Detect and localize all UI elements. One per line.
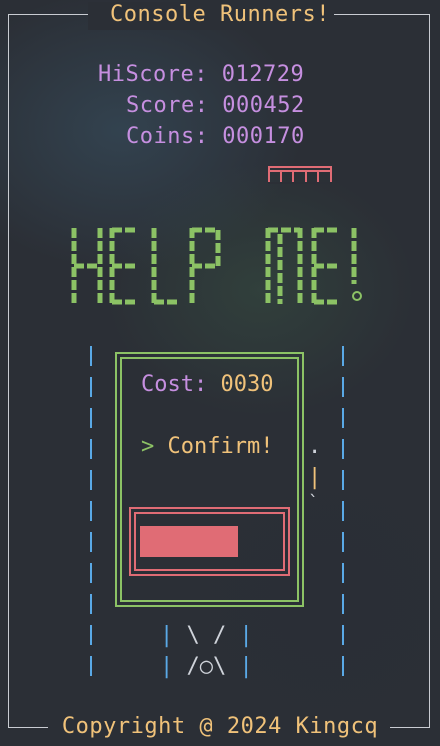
confirm-label: Confirm! bbox=[167, 434, 274, 459]
score-label: Score: bbox=[126, 93, 209, 118]
progress-fill bbox=[140, 526, 238, 557]
coins-value: 000170 bbox=[222, 124, 305, 149]
pipe-sprite: | bbox=[308, 465, 322, 490]
right-rail bbox=[342, 346, 344, 678]
cost-value: 0030 bbox=[220, 372, 274, 397]
dot-sprite: . bbox=[308, 434, 322, 459]
left-rail bbox=[90, 346, 92, 678]
tick-sprite: ` bbox=[308, 492, 319, 513]
coins-label: Coins: bbox=[126, 124, 209, 149]
hiscore-label: HiScore: bbox=[98, 62, 208, 87]
cost-label: Cost: bbox=[141, 372, 208, 397]
coin-stack-icon bbox=[268, 166, 332, 184]
score-value: 000452 bbox=[222, 93, 305, 118]
cost-row: Cost: 0030 bbox=[141, 372, 273, 397]
progress-bar bbox=[140, 526, 278, 557]
hiscore-row: HiScore: 012729 bbox=[98, 62, 304, 87]
confirm-caret-icon: > bbox=[141, 434, 155, 459]
runner-player-icon: | \ / | | /○\ | bbox=[160, 623, 253, 679]
help-me-banner bbox=[71, 227, 362, 305]
copyright-footer: Copyright @ 2024 Kingcq bbox=[61, 714, 379, 739]
score-row: Score: 000452 bbox=[126, 93, 305, 118]
confirm-button[interactable]: > Confirm! bbox=[141, 434, 273, 459]
hiscore-value: 012729 bbox=[221, 62, 305, 87]
game-title: Console Runners! bbox=[110, 2, 330, 27]
coins-row: Coins: 000170 bbox=[126, 124, 305, 149]
